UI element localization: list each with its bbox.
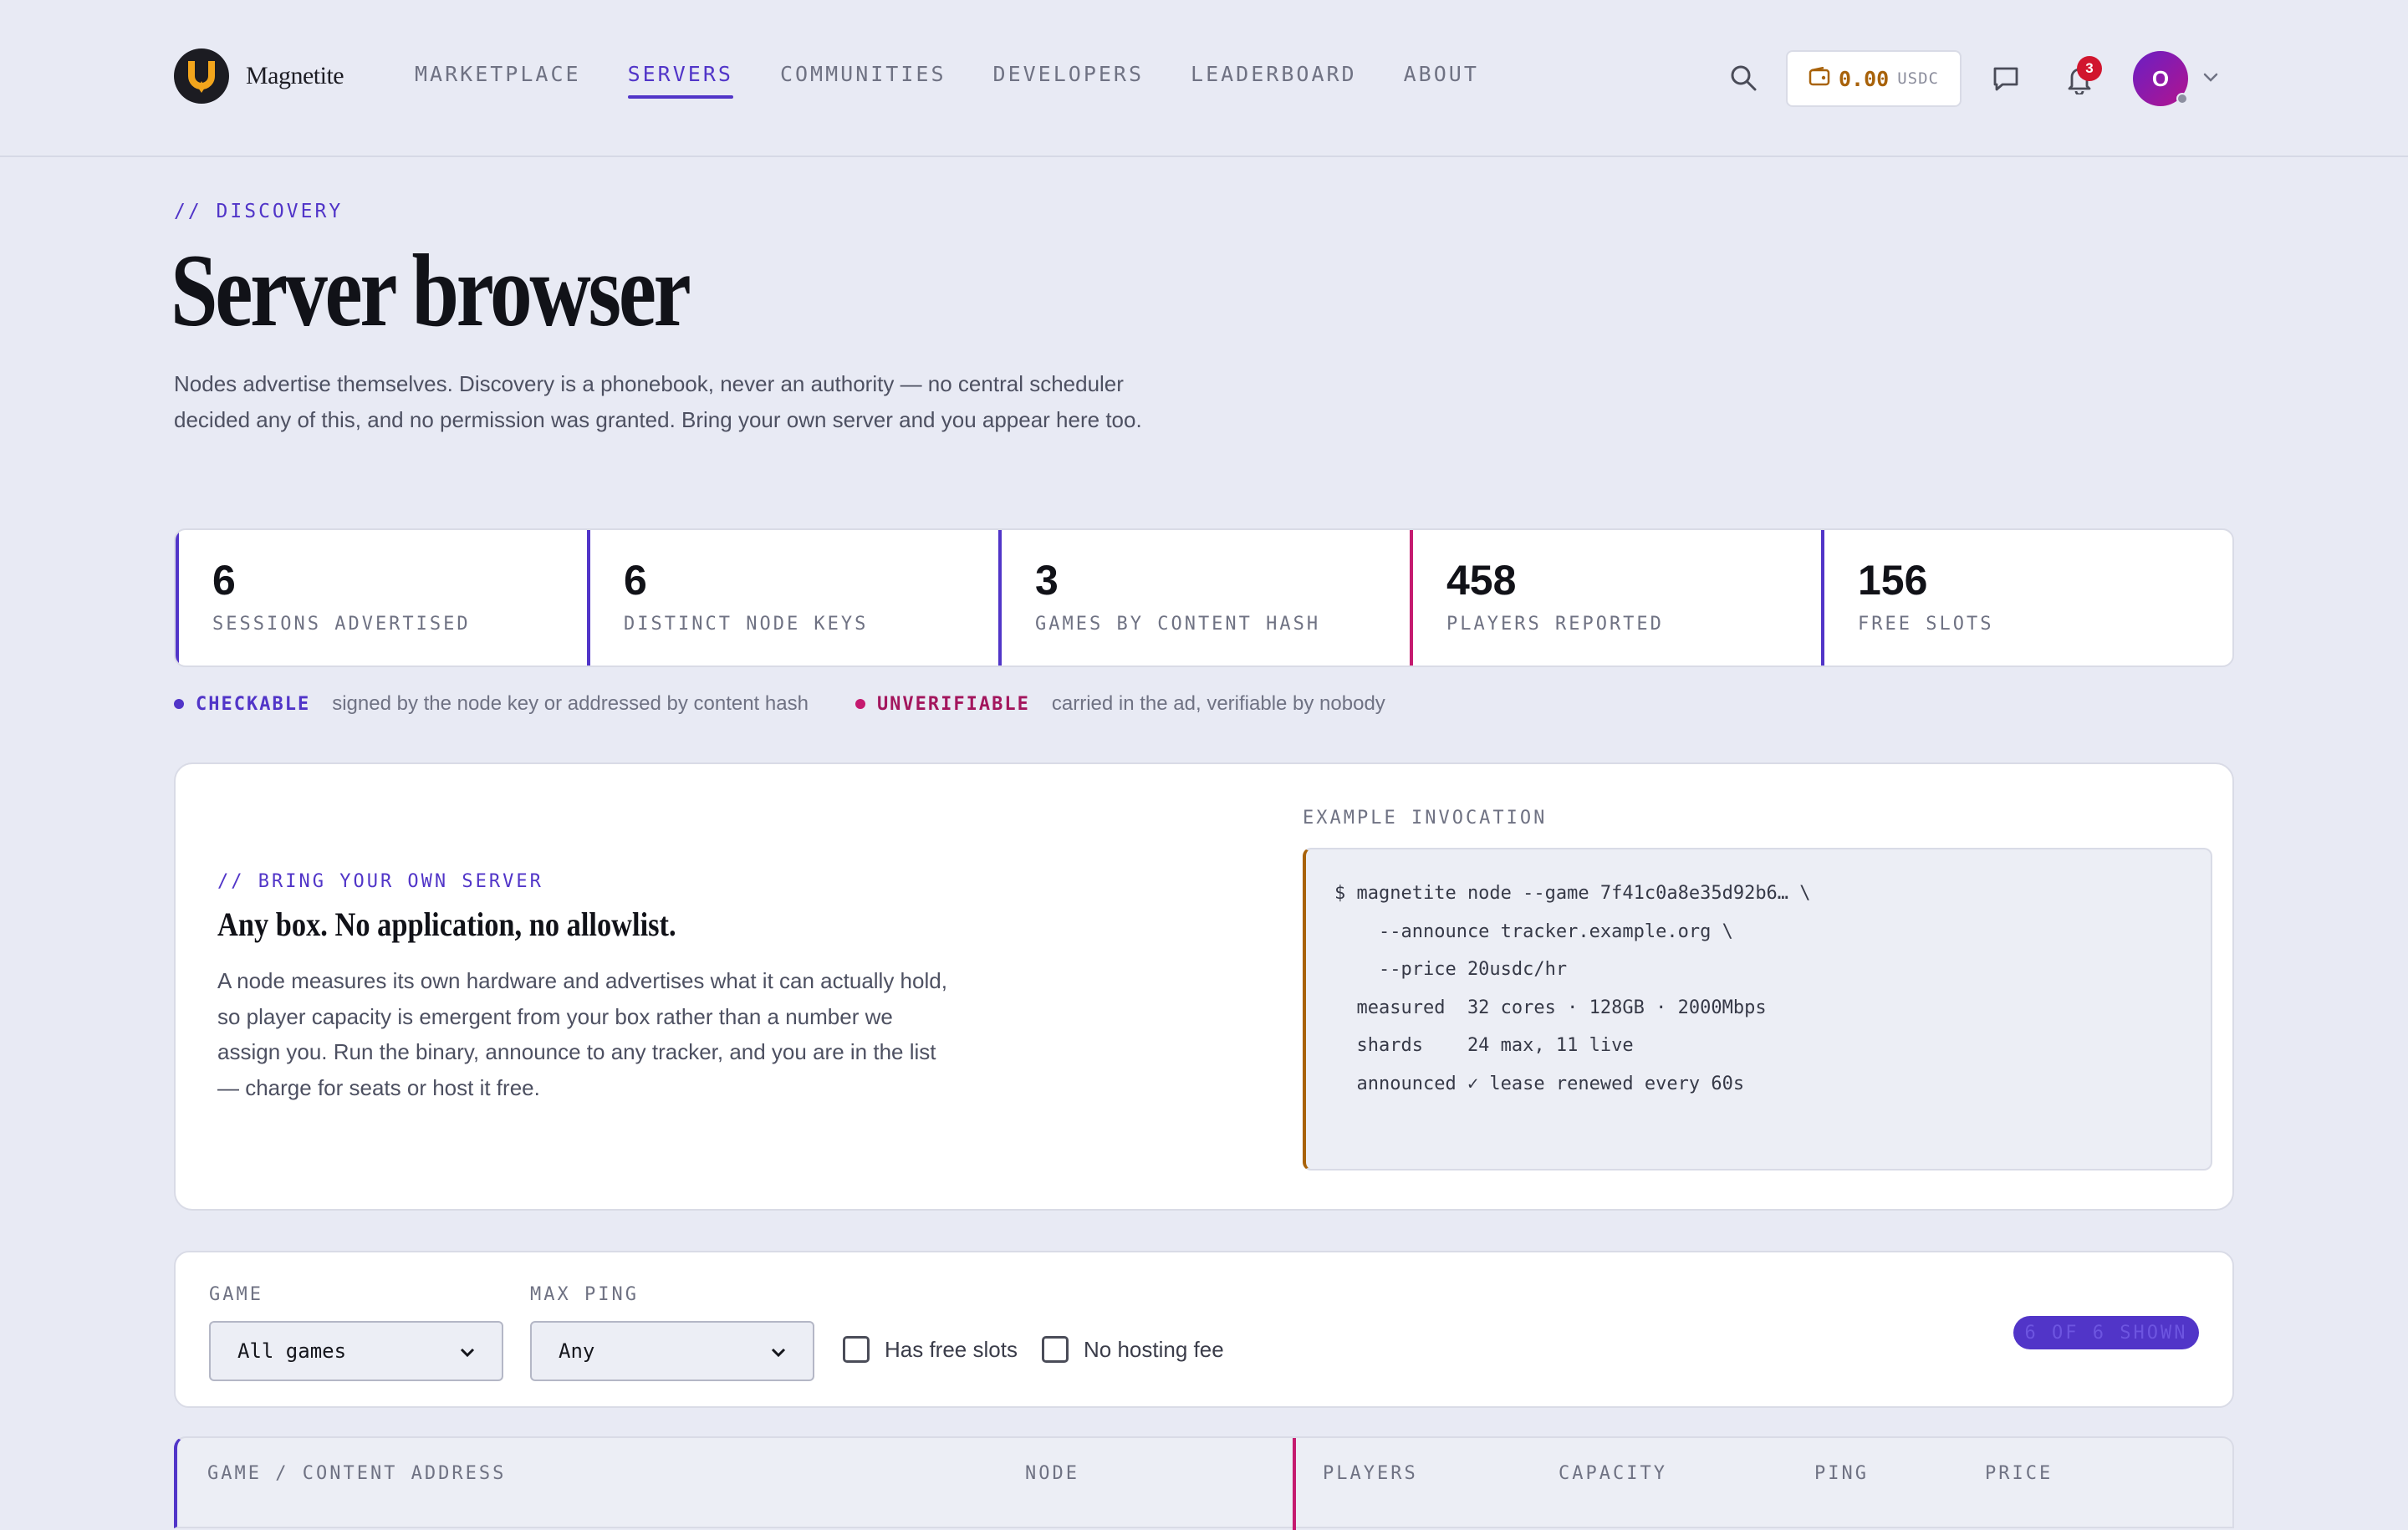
wallet-icon bbox=[1809, 66, 1830, 91]
top-bar: Magnetite MARKETPLACE SERVERS COMMUNITIE… bbox=[0, 0, 2408, 157]
chevron-down-icon bbox=[771, 1339, 786, 1363]
wallet-amount: 0.00 bbox=[1839, 66, 1890, 91]
example-invocation-label: EXAMPLE INVOCATION bbox=[1303, 808, 1548, 829]
messages-icon[interactable] bbox=[1992, 64, 2020, 97]
stat-value: 3 bbox=[1035, 557, 1059, 604]
unverifiable-dot-icon bbox=[855, 699, 865, 709]
wallet-balance-button[interactable]: 0.00 USDC bbox=[1786, 50, 1962, 107]
stat-node-keys: 6 DISTINCT NODE KEYS bbox=[587, 530, 998, 666]
stat-free-slots: 156 FREE SLOTS bbox=[1821, 530, 2232, 666]
column-header-players[interactable]: PLAYERS bbox=[1323, 1463, 1418, 1484]
code-line: measured 32 cores · 128GB · 2000Mbps bbox=[1334, 997, 1767, 1018]
stat-label: FREE SLOTS bbox=[1858, 614, 1994, 635]
notification-count-badge: 3 bbox=[2077, 56, 2102, 81]
game-filter-label: GAME bbox=[209, 1284, 263, 1305]
stat-value: 458 bbox=[1446, 557, 1517, 604]
game-filter-select[interactable]: All games bbox=[209, 1321, 503, 1381]
nav-marketplace[interactable]: MARKETPLACE bbox=[415, 62, 581, 104]
server-table-header: GAME / CONTENT ADDRESS NODE PLAYERS CAPA… bbox=[174, 1436, 2234, 1530]
legend-unverifiable-key: UNVERIFIABLE bbox=[876, 693, 1030, 715]
free-slots-checkbox[interactable] bbox=[843, 1336, 870, 1363]
avatar-initial: O bbox=[2151, 65, 2170, 91]
column-header-ping[interactable]: PING bbox=[1814, 1463, 1869, 1484]
brand-logo[interactable]: Magnetite bbox=[174, 48, 344, 104]
stat-games: 3 GAMES BY CONTENT HASH bbox=[998, 530, 1410, 666]
filter-bar: GAME All games MAX PING Any Has free slo… bbox=[174, 1251, 2234, 1408]
legend-unverifiable-desc: carried in the ad, verifiable by nobody bbox=[1051, 692, 1385, 715]
code-line: --price 20usdc/hr bbox=[1334, 959, 1568, 980]
code-line: shards 24 max, 11 live bbox=[1334, 1035, 1634, 1056]
bring-your-own-server-panel: // BRING YOUR OWN SERVER Any box. No app… bbox=[174, 762, 2234, 1211]
page-eyebrow: // DISCOVERY bbox=[174, 201, 344, 222]
legend-checkable-desc: signed by the node key or addressed by c… bbox=[332, 692, 809, 715]
column-header-capacity[interactable]: CAPACITY bbox=[1559, 1463, 1667, 1484]
presence-dot bbox=[2176, 93, 2188, 105]
page-description: Nodes advertise themselves. Discovery is… bbox=[174, 371, 1142, 432]
legend-checkable-key: CHECKABLE bbox=[196, 693, 311, 715]
nav-leaderboard[interactable]: LEADERBOARD bbox=[1191, 62, 1357, 104]
stat-value: 6 bbox=[624, 557, 647, 604]
nav-developers[interactable]: DEVELOPERS bbox=[993, 62, 1145, 104]
free-slots-toggle[interactable]: Has free slots bbox=[843, 1336, 1018, 1363]
no-hosting-fee-label: No hosting fee bbox=[1084, 1336, 1224, 1362]
magnet-logo-icon bbox=[174, 48, 229, 104]
ping-filter-value: Any bbox=[559, 1339, 595, 1363]
byos-description: A node measures its own hardware and adv… bbox=[217, 968, 947, 1100]
nav-servers[interactable]: SERVERS bbox=[627, 62, 734, 104]
stats-strip: 6 SESSIONS ADVERTISED 6 DISTINCT NODE KE… bbox=[174, 528, 2234, 667]
stat-label: SESSIONS ADVERTISED bbox=[212, 614, 471, 635]
byos-title: Any box. No application, no allowlist. bbox=[217, 905, 676, 943]
ping-filter-label: MAX PING bbox=[530, 1284, 639, 1305]
chevron-down-icon[interactable] bbox=[2202, 72, 2219, 88]
stat-players: 458 PLAYERS REPORTED bbox=[1410, 530, 1821, 666]
wallet-unit: USDC bbox=[1897, 69, 1939, 88]
byos-eyebrow: // BRING YOUR OWN SERVER bbox=[217, 871, 543, 892]
stat-label: PLAYERS REPORTED bbox=[1446, 614, 1664, 635]
code-line: announced ✓ lease renewed every 60s bbox=[1334, 1073, 1745, 1094]
no-hosting-fee-toggle[interactable]: No hosting fee bbox=[1042, 1336, 1224, 1363]
column-header-node[interactable]: NODE bbox=[1025, 1463, 1079, 1484]
example-code-block[interactable]: $ magnetite node --game 7f41c0a8e35d92b6… bbox=[1303, 848, 2212, 1170]
search-icon[interactable] bbox=[1729, 64, 1758, 96]
column-header-price[interactable]: PRICE bbox=[1985, 1463, 2053, 1484]
nav-about[interactable]: ABOUT bbox=[1404, 62, 1479, 104]
free-slots-label: Has free slots bbox=[885, 1336, 1018, 1362]
user-avatar[interactable]: O bbox=[2133, 51, 2188, 106]
stat-value: 6 bbox=[212, 557, 236, 604]
stat-value: 156 bbox=[1858, 557, 1928, 604]
verification-legend: CHECKABLE signed by the node key or addr… bbox=[174, 692, 1432, 716]
checkable-dot-icon bbox=[174, 699, 184, 709]
page-title: Server browser bbox=[171, 233, 691, 348]
ping-filter-select[interactable]: Any bbox=[530, 1321, 814, 1381]
brand-name: Magnetite bbox=[246, 62, 344, 89]
no-hosting-fee-checkbox[interactable] bbox=[1042, 1336, 1069, 1363]
column-header-game[interactable]: GAME / CONTENT ADDRESS bbox=[207, 1463, 506, 1484]
game-filter-value: All games bbox=[237, 1339, 347, 1363]
results-count-badge: 6 OF 6 SHOWN bbox=[2013, 1316, 2199, 1349]
code-line: $ magnetite node --game 7f41c0a8e35d92b6… bbox=[1334, 883, 1811, 904]
nav-communities[interactable]: COMMUNITIES bbox=[780, 62, 946, 104]
chevron-down-icon bbox=[460, 1339, 475, 1363]
column-divider bbox=[1293, 1438, 1296, 1530]
code-line: --announce tracker.example.org \ bbox=[1334, 921, 1733, 942]
stat-label: DISTINCT NODE KEYS bbox=[624, 614, 869, 635]
main-nav: MARKETPLACE SERVERS COMMUNITIES DEVELOPE… bbox=[415, 62, 1526, 104]
stat-label: GAMES BY CONTENT HASH bbox=[1035, 614, 1321, 635]
stat-sessions: 6 SESSIONS ADVERTISED bbox=[176, 530, 587, 666]
